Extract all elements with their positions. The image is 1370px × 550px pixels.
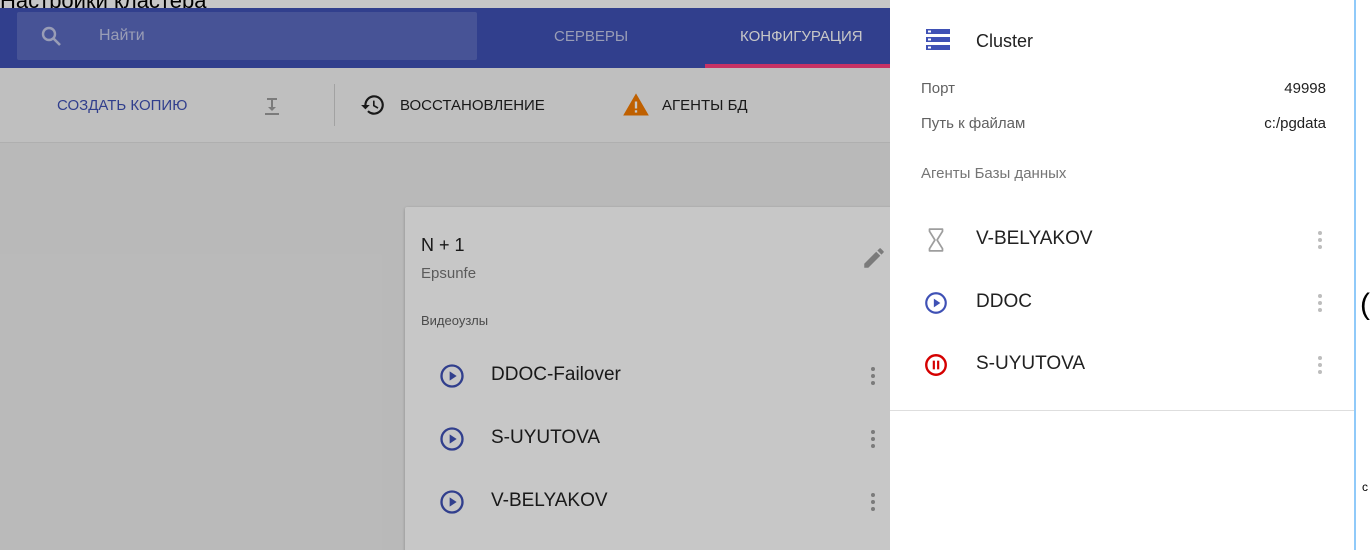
dim-overlay[interactable] — [0, 0, 890, 550]
more-vert-icon[interactable] — [1314, 353, 1326, 377]
port-value: 49998 — [1284, 80, 1326, 97]
cluster-detail-panel: Cluster Порт 49998 Путь к файлам c:/pgda… — [890, 0, 1354, 550]
pause-circle-icon — [925, 354, 947, 376]
path-key: Путь к файлам — [921, 115, 1026, 132]
agent-label: S-UYUTOVA — [976, 353, 1086, 374]
agent-row[interactable]: S-UYUTOVA — [890, 339, 1354, 391]
agent-label: DDOC — [976, 291, 1032, 312]
agent-row[interactable]: V-BELYAKOV — [890, 214, 1354, 266]
panel-divider — [890, 410, 1354, 411]
more-vert-icon[interactable] — [1314, 228, 1326, 252]
port-key: Порт — [921, 80, 956, 97]
path-value: c:/pgdata — [1264, 115, 1326, 132]
storage-icon — [926, 29, 950, 50]
db-agents-header: Агенты Базы данных — [921, 165, 1067, 182]
panel-title: Cluster — [976, 31, 1034, 51]
agent-label: V-BELYAKOV — [976, 228, 1093, 249]
more-vert-icon[interactable] — [1314, 291, 1326, 315]
play-circle-icon — [925, 292, 947, 314]
edge-small-text: c — [1362, 480, 1368, 494]
app-background: Настройки кластера Найти СЕРВЕРЫ КОНФИГУ… — [0, 0, 890, 550]
hourglass-icon — [928, 228, 944, 252]
agent-row[interactable]: DDOC — [890, 277, 1354, 329]
edge-glyph: ( — [1360, 288, 1370, 321]
window-edge — [1354, 0, 1370, 550]
